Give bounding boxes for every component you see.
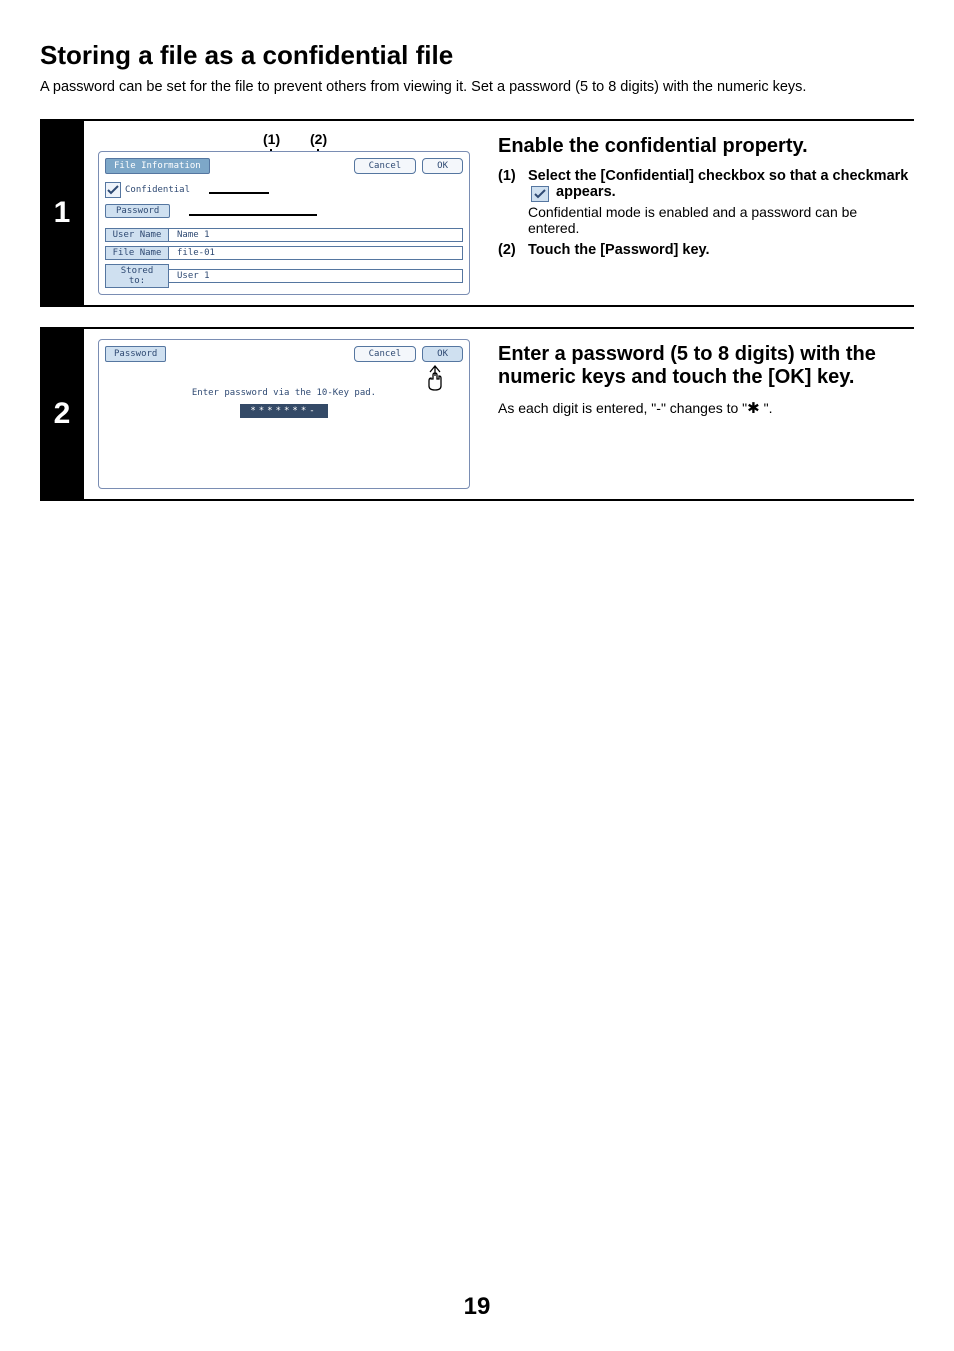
callout-1: (1)	[263, 131, 280, 147]
masked-password: *******-	[240, 404, 327, 418]
cancel-button[interactable]: Cancel	[354, 346, 417, 362]
substep-text: Touch the [Password] key.	[528, 242, 710, 258]
intro-text: A password can be set for the file to pr…	[40, 79, 914, 95]
step-2-row: 2 Password Cancel OK Enter password via …	[40, 327, 914, 501]
confidential-checkbox[interactable]	[105, 182, 121, 198]
page-number: 19	[0, 1293, 954, 1321]
checkmark-icon	[107, 185, 119, 195]
password-instruction: Enter password via the 10-Key pad.	[105, 388, 463, 398]
substep-number: (2)	[498, 242, 528, 258]
step-text: Enable the confidential property. (1) Se…	[484, 121, 914, 305]
cancel-button[interactable]: Cancel	[354, 158, 417, 174]
substep-body: Touch the [Password] key.	[528, 242, 910, 258]
panel-title: Password	[105, 346, 166, 362]
file-info-panel: File Information Cancel OK Confidential	[98, 151, 470, 295]
step-number: 2	[40, 329, 84, 499]
asterisk-glyph: ✱	[747, 401, 760, 417]
step-screenshot: Password Cancel OK Enter password via th…	[84, 329, 484, 499]
ok-button[interactable]: OK	[422, 158, 463, 174]
step-text: Enter a password (5 to 8 digits) with th…	[484, 329, 914, 499]
step-note: As each digit is entered, "-" changes to…	[498, 399, 910, 418]
steps-container: 1 (1) (2) File Information Cancel OK	[40, 119, 914, 501]
field-label-file-name[interactable]: File Name	[105, 246, 169, 260]
confidential-label: Confidential	[125, 185, 190, 195]
field-label-user-name[interactable]: User Name	[105, 228, 169, 242]
leader-line	[209, 192, 269, 194]
checkbox-icon	[531, 186, 549, 202]
password-button[interactable]: Password	[105, 204, 170, 218]
step-heading: Enable the confidential property.	[498, 135, 910, 158]
substep-text-a: Select the [Confidential] checkbox so th…	[528, 168, 908, 184]
leader-line	[189, 214, 317, 216]
callout-labels: (1) (2)	[98, 131, 470, 151]
substep-note: Confidential mode is enabled and a passw…	[528, 204, 910, 236]
substep-body: Select the [Confidential] checkbox so th…	[528, 168, 910, 236]
field-label-stored-to[interactable]: Stored to:	[105, 264, 169, 288]
step-1-row: 1 (1) (2) File Information Cancel OK	[40, 119, 914, 307]
callout-2: (2)	[310, 131, 327, 147]
password-panel: Password Cancel OK Enter password via th…	[98, 339, 470, 489]
field-value-file-name: file-01	[169, 246, 463, 260]
substep-text-b: appears.	[552, 184, 616, 200]
field-value-user-name: Name 1	[169, 228, 463, 242]
step-screenshot: (1) (2) File Information Cancel OK	[84, 121, 484, 305]
panel-title: File Information	[105, 158, 210, 174]
page-title: Storing a file as a confidential file	[40, 40, 914, 71]
substep-number: (1)	[498, 168, 528, 236]
step-heading: Enter a password (5 to 8 digits) with th…	[498, 343, 910, 389]
step-number: 1	[40, 121, 84, 305]
ok-button[interactable]: OK	[422, 346, 463, 362]
field-value-stored-to: User 1	[169, 269, 463, 283]
